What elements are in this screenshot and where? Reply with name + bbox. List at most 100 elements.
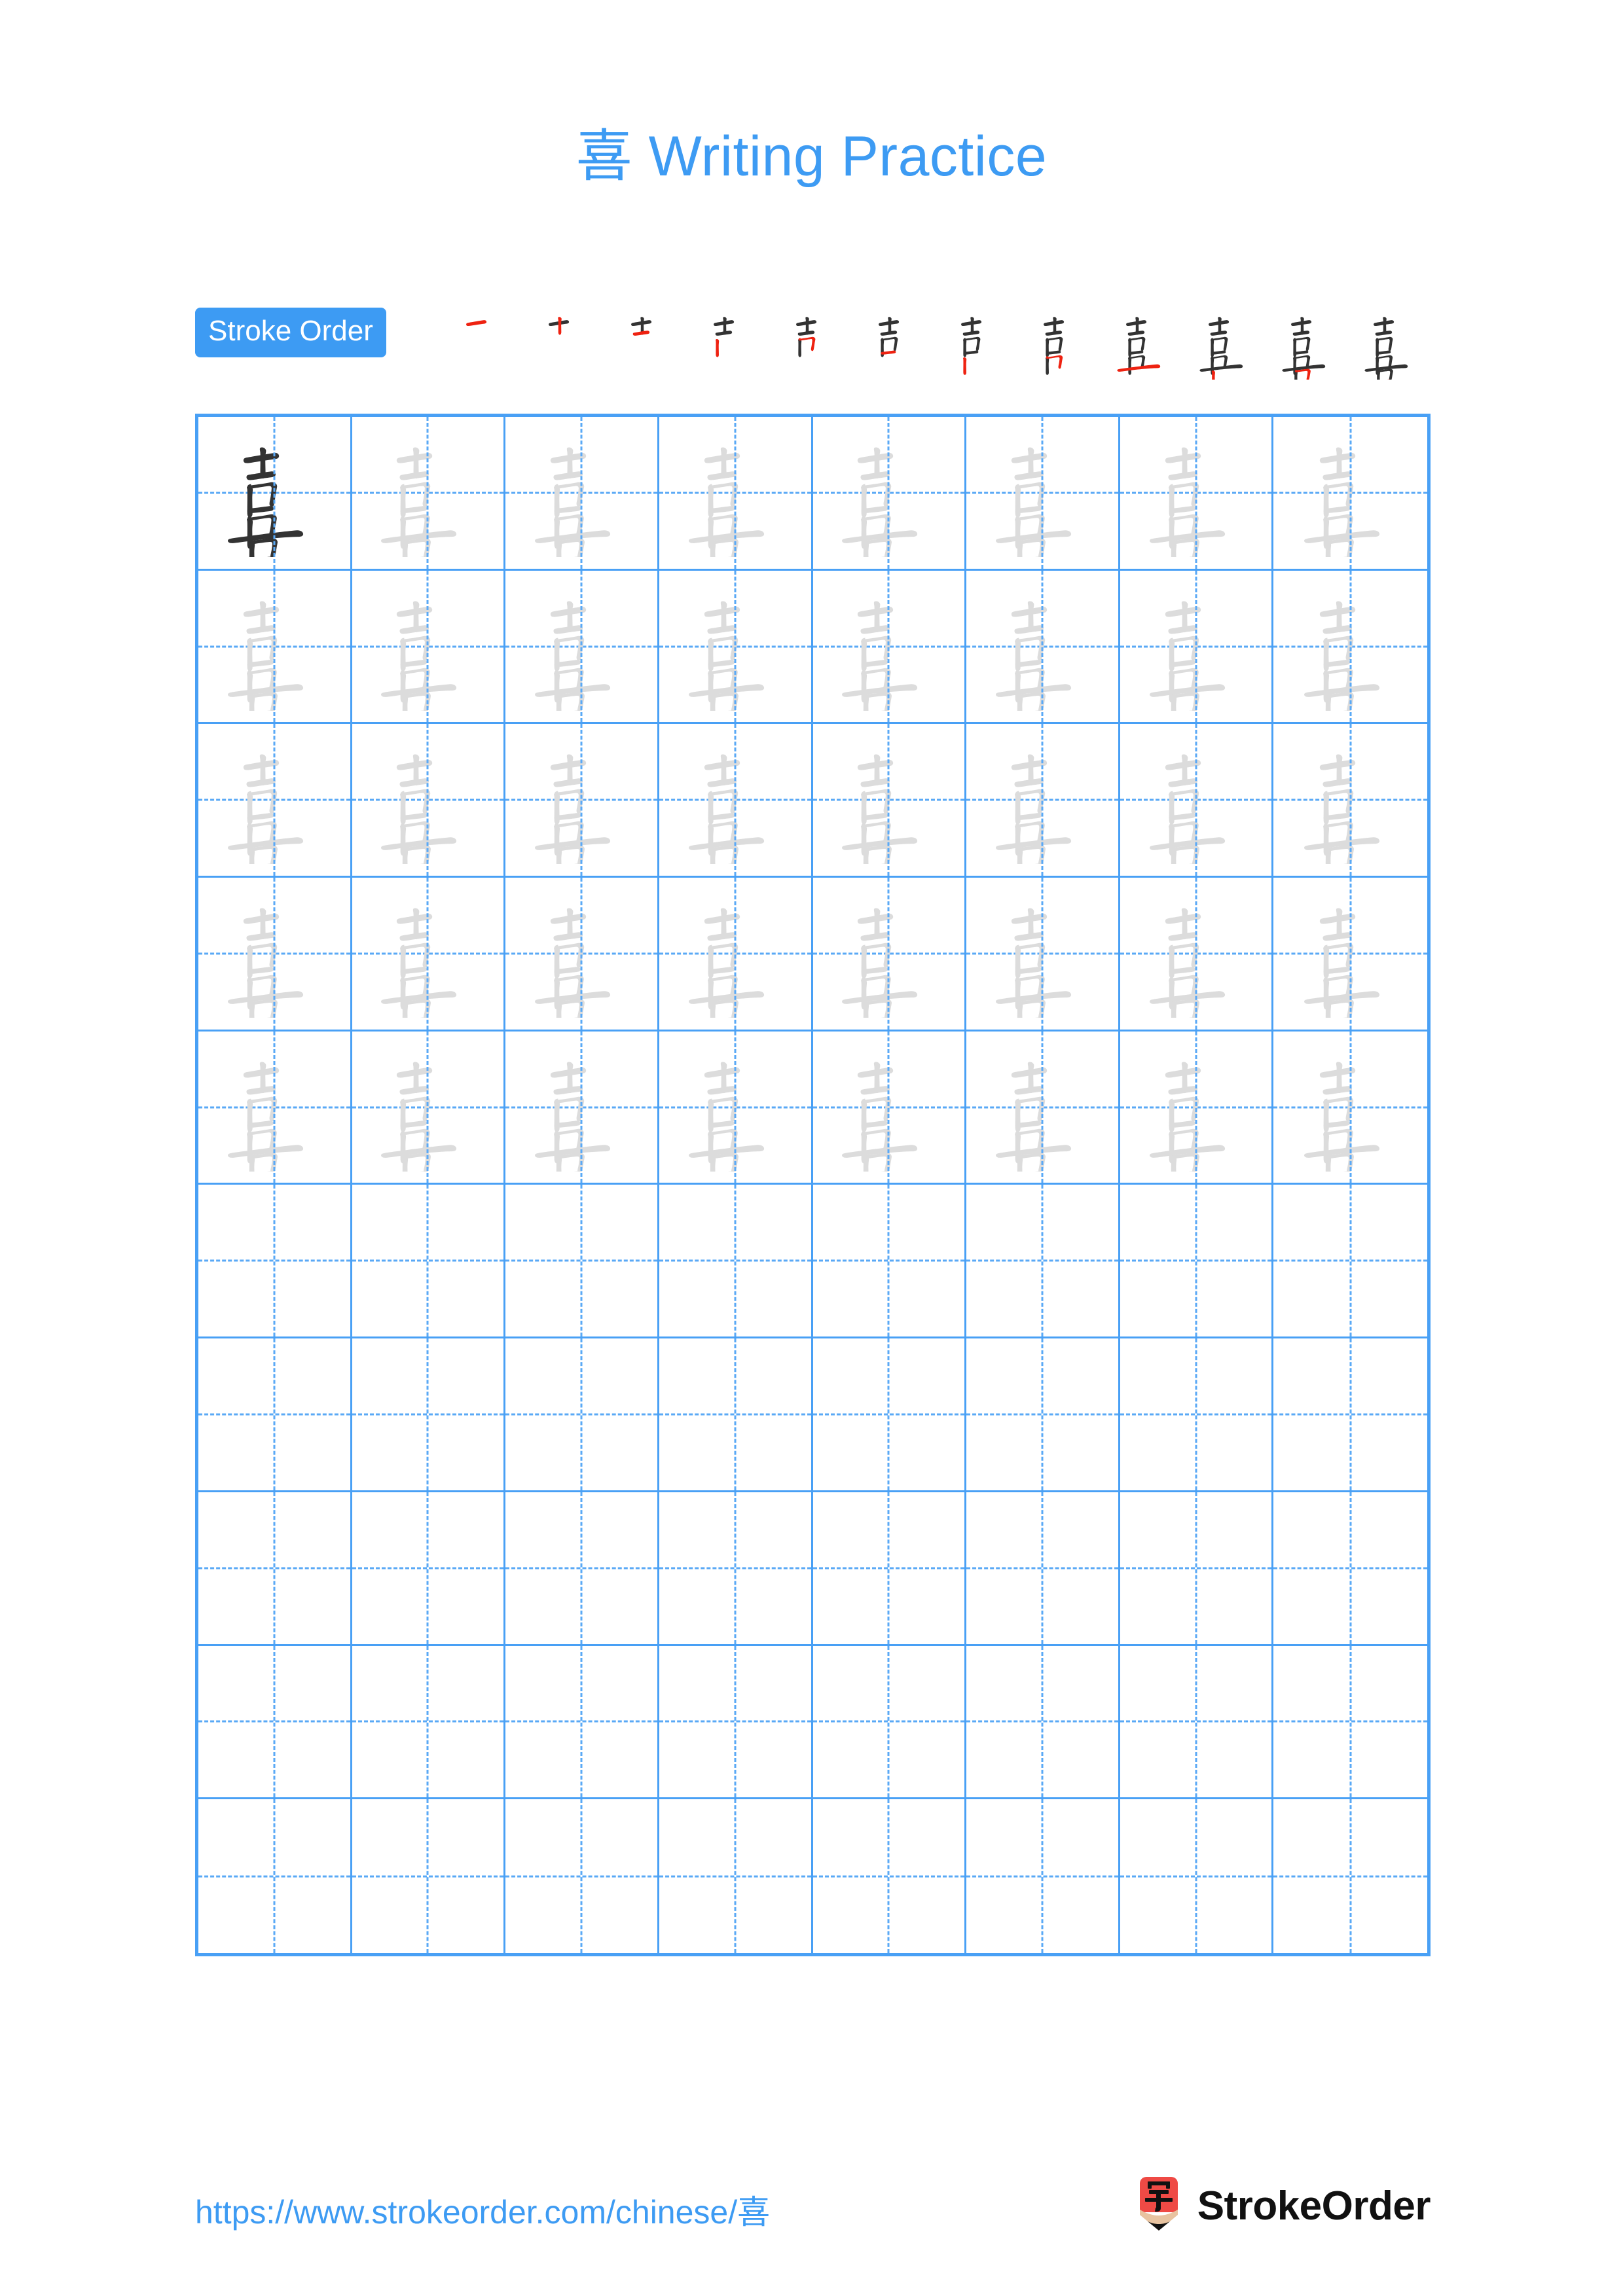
tracing-character-cell[interactable] (812, 570, 967, 725)
stroke-step-9 (1103, 306, 1185, 378)
blank-practice-cell[interactable] (1273, 1185, 1427, 1339)
stroke-step-11 (1267, 306, 1350, 380)
blank-practice-cell[interactable] (812, 1492, 967, 1646)
source-url-link[interactable]: https://www.strokeorder.com/chinese/喜 (195, 2186, 770, 2233)
blank-practice-cell[interactable] (1120, 1799, 1274, 1953)
footer: https://www.strokeorder.com/chinese/喜 St… (0, 2177, 1623, 2271)
tracing-character-cell[interactable] (1273, 571, 1427, 725)
blank-practice-cell[interactable] (198, 1799, 352, 1953)
tracing-character-cell[interactable] (505, 724, 659, 878)
stroke-order-badge: Stroke Order (195, 308, 386, 357)
blank-practice-cell[interactable] (352, 1185, 506, 1339)
tracing-character-cell[interactable] (1120, 570, 1274, 725)
blank-practice-cell[interactable] (505, 1338, 659, 1492)
stroke-step-2 (525, 306, 608, 378)
stroke-order-section: Stroke Order (195, 306, 1432, 380)
tracing-character-cell[interactable] (966, 570, 1120, 725)
blank-practice-cell[interactable] (505, 1645, 659, 1800)
blank-practice-cell[interactable] (1120, 1492, 1274, 1646)
blank-practice-cell[interactable] (1120, 1185, 1274, 1339)
stroke-order-step-list (403, 306, 1432, 380)
tracing-character-cell[interactable] (1120, 724, 1274, 878)
blank-practice-cell[interactable] (659, 1645, 813, 1800)
blank-practice-cell[interactable] (659, 1185, 813, 1339)
blank-practice-cell[interactable] (352, 1799, 506, 1953)
tracing-character-cell[interactable] (812, 1031, 967, 1185)
blank-practice-cell[interactable] (659, 1799, 813, 1953)
tracing-character-cell[interactable] (198, 724, 352, 878)
tracing-character-cell[interactable] (352, 417, 506, 571)
tracing-character-cell[interactable] (966, 724, 1120, 878)
model-character-cell[interactable] (198, 417, 352, 571)
tracing-character-cell[interactable] (505, 417, 659, 571)
stroke-step-1 (443, 306, 525, 378)
blank-practice-cell[interactable] (812, 1185, 967, 1339)
tracing-character-cell[interactable] (198, 878, 352, 1031)
blank-practice-cell[interactable] (966, 1645, 1120, 1800)
tracing-character-cell[interactable] (1120, 1031, 1274, 1185)
blank-practice-cell[interactable] (966, 1185, 1120, 1339)
blank-practice-cell[interactable] (659, 1492, 813, 1646)
tracing-character-cell[interactable] (505, 1031, 659, 1185)
blank-practice-cell[interactable] (505, 1492, 659, 1646)
tracing-character-cell[interactable] (352, 1031, 506, 1185)
blank-practice-cell[interactable] (812, 1338, 967, 1492)
blank-practice-cell[interactable] (1120, 1338, 1274, 1492)
blank-practice-cell[interactable] (1273, 1646, 1427, 1800)
blank-practice-cell[interactable] (966, 1492, 1120, 1646)
tracing-character-cell[interactable] (505, 878, 659, 1031)
tracing-character-cell[interactable] (352, 570, 506, 725)
blank-practice-cell[interactable] (1273, 1799, 1427, 1953)
practice-grid[interactable] (195, 414, 1431, 1956)
blank-practice-cell[interactable] (505, 1799, 659, 1953)
tracing-character-cell[interactable] (1120, 417, 1274, 571)
stroke-step-10 (1185, 306, 1267, 380)
tracing-character-cell[interactable] (1273, 417, 1427, 571)
tracing-character-cell[interactable] (198, 1031, 352, 1185)
blank-practice-cell[interactable] (1273, 1338, 1427, 1492)
tracing-character-cell[interactable] (505, 570, 659, 725)
tracing-character-cell[interactable] (659, 417, 813, 571)
blank-practice-cell[interactable] (198, 1645, 352, 1800)
stroke-step-6 (855, 306, 938, 378)
tracing-character-cell[interactable] (352, 724, 506, 878)
tracing-character-cell[interactable] (1120, 878, 1274, 1031)
stroke-step-7 (938, 306, 1020, 378)
stroke-step-3 (608, 306, 690, 378)
blank-practice-cell[interactable] (352, 1492, 506, 1646)
stroke-step-4 (690, 306, 773, 378)
tracing-character-cell[interactable] (812, 878, 967, 1031)
blank-practice-cell[interactable] (505, 1185, 659, 1339)
tracing-character-cell[interactable] (966, 1031, 1120, 1185)
blank-practice-cell[interactable] (198, 1492, 352, 1646)
blank-practice-cell[interactable] (1120, 1645, 1274, 1800)
tracing-character-cell[interactable] (812, 724, 967, 878)
blank-practice-cell[interactable] (352, 1645, 506, 1800)
tracing-character-cell[interactable] (198, 570, 352, 725)
blank-practice-cell[interactable] (198, 1185, 352, 1339)
stroke-step-8 (1020, 306, 1103, 378)
blank-practice-cell[interactable] (813, 1799, 967, 1953)
blank-practice-cell[interactable] (198, 1338, 352, 1492)
tracing-character-cell[interactable] (1273, 878, 1427, 1031)
tracing-character-cell[interactable] (659, 1031, 813, 1185)
blank-practice-cell[interactable] (659, 1338, 813, 1492)
tracing-character-cell[interactable] (659, 878, 813, 1031)
blank-practice-cell[interactable] (812, 1645, 967, 1800)
tracing-character-cell[interactable] (812, 417, 967, 571)
blank-practice-cell[interactable] (966, 1799, 1120, 1953)
tracing-character-cell[interactable] (966, 878, 1120, 1031)
tracing-character-cell[interactable] (1273, 724, 1427, 878)
blank-practice-cell[interactable] (352, 1338, 506, 1492)
blank-practice-cell[interactable] (1273, 1492, 1427, 1646)
blank-practice-cell[interactable] (966, 1338, 1120, 1492)
brand-name: StrokeOrder (1197, 2183, 1431, 2229)
tracing-character-cell[interactable] (659, 570, 813, 725)
tracing-character-cell[interactable] (1273, 1031, 1427, 1185)
stroke-step-5 (773, 306, 855, 378)
tracing-character-cell[interactable] (352, 878, 506, 1031)
tracing-character-cell[interactable] (966, 417, 1120, 571)
pencil-logo-icon (1139, 2177, 1178, 2231)
brand-logo-group: StrokeOrder (1135, 2174, 1431, 2237)
tracing-character-cell[interactable] (659, 724, 813, 878)
